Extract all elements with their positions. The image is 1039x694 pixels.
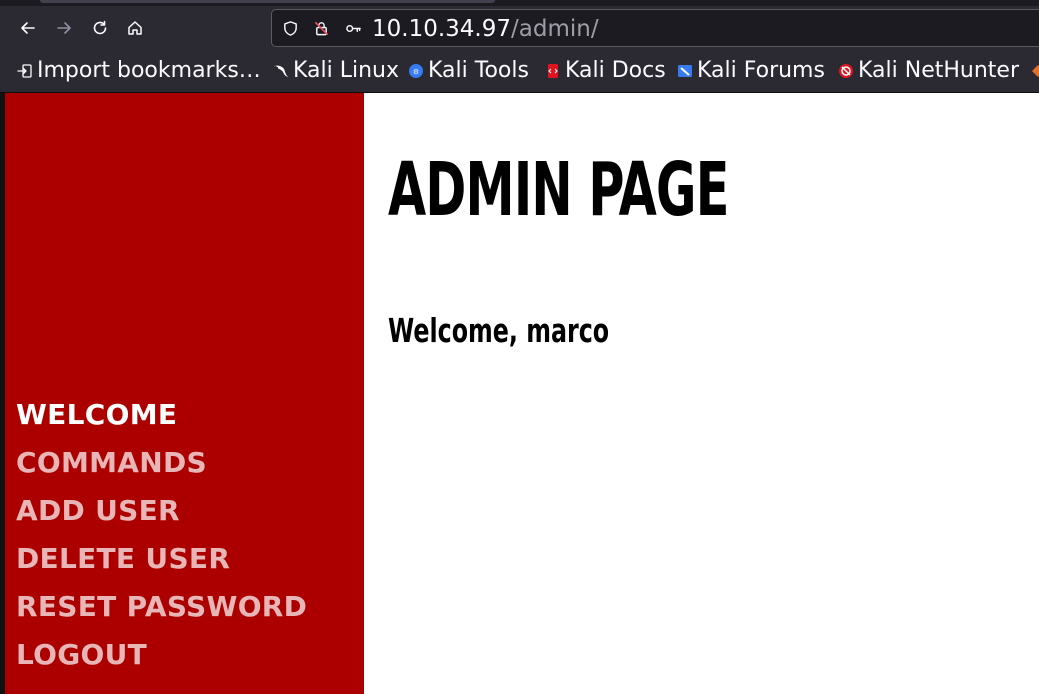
kali-nethunter-icon: [838, 63, 854, 79]
bookmark-kali-nethunter[interactable]: Kali NetHunter: [838, 57, 1019, 85]
sidebar-item-welcome[interactable]: WELCOME: [16, 391, 307, 439]
bookmark-kali-forums[interactable]: Kali Forums: [677, 57, 825, 85]
arrow-left-icon: [21, 22, 35, 34]
navigation-toolbar: 10.10.34.97/admin/: [0, 6, 1039, 50]
bookmark-label: Kali NetHunter: [858, 58, 1019, 83]
welcome-message: Welcome, marco: [388, 311, 610, 350]
bookmark-label: Import bookmarks…: [37, 58, 261, 83]
key-icon[interactable]: [344, 19, 362, 37]
insecure-lock-icon[interactable]: [312, 19, 330, 37]
bookmark-label: Kali Linux: [293, 58, 400, 83]
sidebar-item-commands[interactable]: COMMANDS: [16, 439, 307, 487]
sidebar-menu: WELCOME COMMANDS ADD USER DELETE USER RE…: [16, 391, 307, 679]
bookmark-favicon-icon: [1030, 63, 1039, 79]
back-button[interactable]: [12, 12, 44, 44]
sidebar: WELCOME COMMANDS ADD USER DELETE USER RE…: [5, 93, 364, 694]
bookmark-label: Kali Forums: [697, 58, 825, 83]
bookmark-kali-docs[interactable]: Kali Docs: [545, 57, 666, 85]
reload-button[interactable]: [84, 12, 116, 44]
home-icon: [128, 21, 142, 35]
page-title: ADMIN PAGE: [388, 147, 729, 233]
sidebar-item-logout[interactable]: LOGOUT: [16, 631, 307, 679]
reload-icon: [93, 20, 107, 35]
bookmark-label: Kali Tools: [428, 58, 529, 83]
kali-forums-icon: [677, 63, 693, 79]
bookmark-overflow[interactable]: [1030, 57, 1039, 85]
page-viewport: WELCOME COMMANDS ADD USER DELETE USER RE…: [0, 93, 1039, 694]
svg-text:⚙: ⚙: [413, 68, 419, 76]
sidebar-item-reset-password[interactable]: RESET PASSWORD: [16, 583, 307, 631]
url-text[interactable]: 10.10.34.97/admin/: [372, 15, 599, 43]
bookmark-kali-tools[interactable]: ⚙ Kali Tools: [408, 57, 529, 85]
sidebar-item-add-user[interactable]: ADD USER: [16, 487, 307, 535]
bookmark-import[interactable]: Import bookmarks…: [17, 57, 261, 85]
kali-dragon-icon: [273, 63, 289, 79]
url-bar[interactable]: 10.10.34.97/admin/: [271, 9, 1039, 47]
kali-docs-icon: [545, 63, 561, 79]
forward-button[interactable]: [48, 12, 80, 44]
import-icon: [17, 63, 33, 79]
home-button[interactable]: [119, 12, 151, 44]
shield-icon[interactable]: [281, 19, 299, 37]
active-tab-edge[interactable]: [40, 0, 495, 3]
arrow-right-icon: [57, 22, 71, 34]
bookmark-label: Kali Docs: [565, 58, 666, 83]
bookmark-kali-linux[interactable]: Kali Linux: [273, 57, 399, 85]
url-host: 10.10.34.97: [372, 16, 511, 42]
url-path: /admin/: [511, 16, 599, 42]
bookmarks-toolbar: Import bookmarks… Kali Linux ⚙ Kali Tool…: [0, 50, 1039, 93]
kali-tools-icon: ⚙: [408, 63, 424, 79]
sidebar-item-delete-user[interactable]: DELETE USER: [16, 535, 307, 583]
